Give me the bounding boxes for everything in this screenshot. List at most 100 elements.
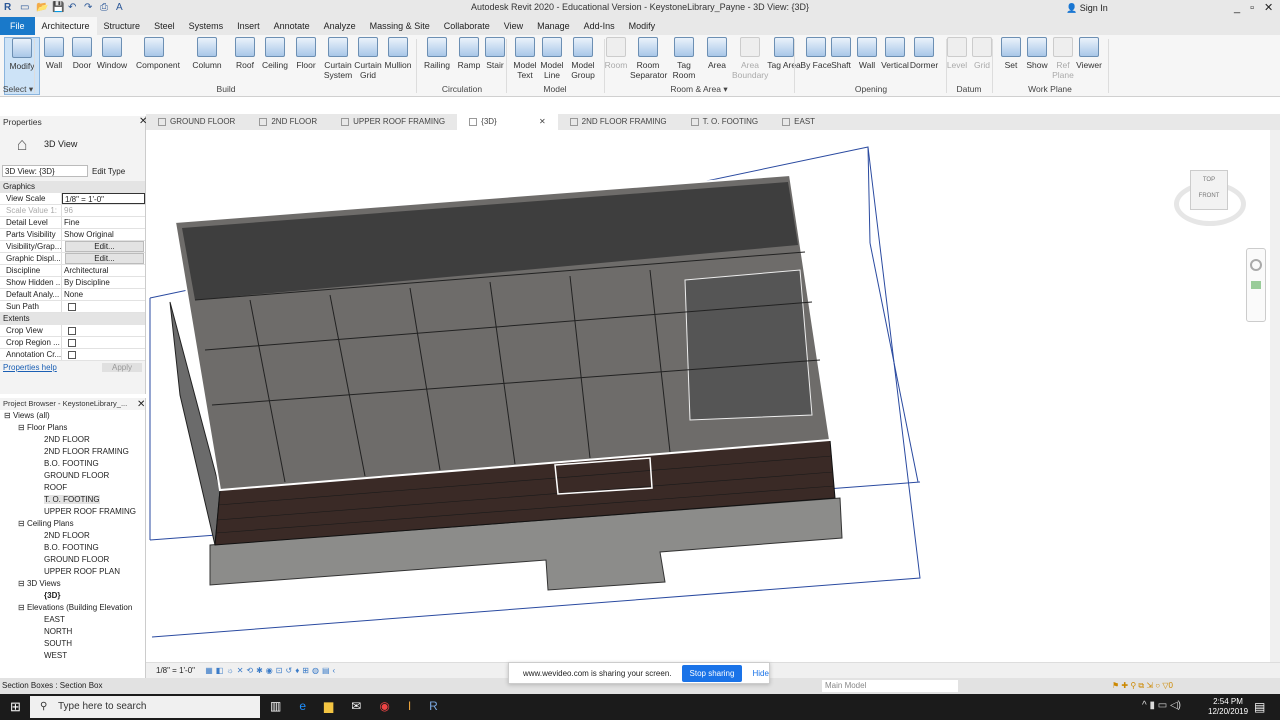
properties-help-link[interactable]: Properties help [3, 363, 57, 372]
model-group-button[interactable]: Model Group [565, 37, 601, 80]
tree-item[interactable]: 2ND FLOOR [4, 434, 145, 446]
ribbon-group-label[interactable]: Select ▾ [2, 84, 34, 95]
property-value[interactable]: 1/8" = 1'-0" [62, 193, 145, 204]
viewcube[interactable]: TOP FRONT [1170, 168, 1250, 238]
ribbon-tab-collaborate[interactable]: Collaborate [437, 17, 497, 35]
area-button[interactable]: Area [699, 37, 735, 70]
ribbon-tab-analyze[interactable]: Analyze [317, 17, 363, 35]
ribbon-tab-steel[interactable]: Steel [147, 17, 182, 35]
tree-item[interactable]: NORTH [4, 626, 145, 638]
view-tab[interactable]: UPPER ROOF FRAMING [329, 114, 457, 130]
type-selector[interactable]: ⌂ 3D View [0, 128, 145, 160]
area-boundary-button[interactable]: Area Boundary [732, 37, 768, 80]
edit-type-button[interactable]: Edit Type [92, 167, 125, 176]
view-instance-select[interactable]: 3D View: {3D} [2, 165, 88, 177]
notifications-icon[interactable]: ▤ [1254, 700, 1265, 714]
edit-button[interactable]: Edit... [65, 253, 144, 264]
room-separator-button[interactable]: Room Separator [630, 37, 667, 80]
ribbon-tab-massing-site[interactable]: Massing & Site [363, 17, 437, 35]
view-control-icons[interactable]: ▦◧☼✕⟲✱◉⊡↺♦⊞◍▤‹ [205, 666, 338, 675]
checkbox[interactable] [68, 326, 76, 335]
tag-area-button[interactable]: Tag Area [766, 37, 802, 70]
clock[interactable]: 2:54 PM 12/20/2019 [1208, 697, 1248, 717]
taskbar-apps[interactable]: ▥e▆✉◉IR [270, 699, 456, 713]
property-value[interactable]: Fine [62, 217, 145, 228]
tree-item[interactable]: ROOF [4, 482, 145, 494]
property-value[interactable]: Architectural [62, 265, 145, 276]
navigation-bar[interactable] [1246, 248, 1266, 322]
hide-button[interactable]: Hide [752, 669, 768, 678]
ribbon-tab-modify[interactable]: Modify [622, 17, 663, 35]
edit-button[interactable]: Edit... [65, 241, 144, 252]
ribbon-group-label[interactable]: Opening [796, 84, 946, 94]
tree-item[interactable]: GROUND FLOOR [4, 554, 145, 566]
tree-item[interactable]: T. O. FOOTING [4, 494, 145, 506]
ribbon-tab-manage[interactable]: Manage [530, 17, 577, 35]
tree-item[interactable]: {3D} [4, 590, 145, 602]
tree-item[interactable]: B.O. FOOTING [4, 458, 145, 470]
tag-room-button[interactable]: Tag Room [666, 37, 702, 80]
tray-icons[interactable]: ^ ▮ ▭ ◁) [1142, 700, 1181, 711]
tree-item[interactable]: GROUND FLOOR [4, 470, 145, 482]
tree-item[interactable]: B.O. FOOTING [4, 542, 145, 554]
window-controls[interactable]: _▫✕ [1234, 1, 1280, 14]
view-tab[interactable]: 2ND FLOOR [247, 114, 329, 130]
ribbon-tab-view[interactable]: View [497, 17, 530, 35]
window-button[interactable]: Window [94, 37, 130, 70]
ribbon-tab-insert[interactable]: Insert [230, 17, 267, 35]
close-icon[interactable]: ✕ [137, 399, 145, 410]
viewer-button[interactable]: Viewer [1071, 37, 1107, 70]
checkbox[interactable] [68, 338, 76, 347]
dormer-button[interactable]: Dormer [906, 37, 942, 70]
view-scale[interactable]: 1/8" = 1'-0" [156, 666, 195, 675]
collapse-icon[interactable]: ⊟ [18, 579, 27, 588]
taskbar-search[interactable]: ⚲ Type here to search [30, 696, 260, 718]
view-tab[interactable]: GROUND FLOOR [146, 114, 247, 130]
sign-in-button[interactable]: 👤 Sign In [1066, 3, 1108, 14]
view-tab[interactable]: EAST [770, 114, 827, 130]
tree-node[interactable]: ⊟ Elevations (Building Elevation [4, 602, 145, 614]
ribbon-group-label[interactable]: Build [36, 84, 416, 94]
mullion-button[interactable]: Mullion [380, 37, 416, 70]
view-tab[interactable]: {3D} ✕ [457, 114, 558, 130]
ribbon-tab-file[interactable]: File [0, 17, 35, 35]
windows-start-icon[interactable]: ⊞ [10, 700, 24, 714]
floor-button[interactable]: Floor [288, 37, 324, 70]
viewcube-front[interactable]: FRONT [1191, 193, 1227, 199]
view-tab[interactable]: 2ND FLOOR FRAMING [558, 114, 679, 130]
ribbon-tab-annotate[interactable]: Annotate [267, 17, 317, 35]
steering-wheel-icon[interactable] [1250, 259, 1262, 271]
ribbon-group-label[interactable]: Model [506, 84, 604, 94]
property-value[interactable]: None [62, 289, 145, 300]
collapse-icon[interactable]: ⊟ [18, 519, 27, 528]
ribbon-tab-architecture[interactable]: Architecture [34, 17, 97, 35]
vertical-scrollbar[interactable] [1270, 130, 1280, 662]
tree-item[interactable]: EAST [4, 614, 145, 626]
tree-item[interactable]: 2ND FLOOR FRAMING [4, 446, 145, 458]
column-button[interactable]: Column [189, 37, 225, 70]
ribbon-group-label[interactable]: Work Plane [992, 84, 1108, 94]
property-value[interactable]: Show Original [62, 229, 145, 240]
ribbon-tab-structure[interactable]: Structure [97, 17, 148, 35]
tree-item[interactable]: SOUTH [4, 638, 145, 650]
graphics-section[interactable]: Graphics [0, 181, 145, 193]
collapse-icon[interactable]: ⊟ [18, 423, 27, 432]
ribbon-group-label[interactable]: Room & Area ▾ [604, 84, 794, 95]
checkbox[interactable] [68, 350, 76, 359]
railing-button[interactable]: Railing [419, 37, 455, 70]
collapse-icon[interactable]: ⊟ [4, 411, 13, 420]
close-tab-icon[interactable]: ✕ [537, 117, 546, 126]
3d-view-canvas[interactable] [146, 130, 1270, 662]
tree-item[interactable]: WEST [4, 650, 145, 662]
ribbon-group-label[interactable]: Datum [946, 84, 992, 94]
extents-section[interactable]: Extents [0, 313, 145, 325]
view-tab[interactable]: T. O. FOOTING [679, 114, 771, 130]
ribbon-tab-add-ins[interactable]: Add-Ins [577, 17, 622, 35]
collapse-icon[interactable]: ⊟ [18, 603, 27, 612]
apply-button[interactable]: Apply [101, 363, 142, 372]
tree-node[interactable]: ⊟ Ceiling Plans [4, 518, 145, 530]
stop-sharing-button[interactable]: Stop sharing [681, 664, 743, 682]
ribbon-tab-systems[interactable]: Systems [182, 17, 231, 35]
zoom-icon[interactable] [1251, 281, 1261, 289]
viewcube-top[interactable]: TOP [1191, 177, 1227, 183]
